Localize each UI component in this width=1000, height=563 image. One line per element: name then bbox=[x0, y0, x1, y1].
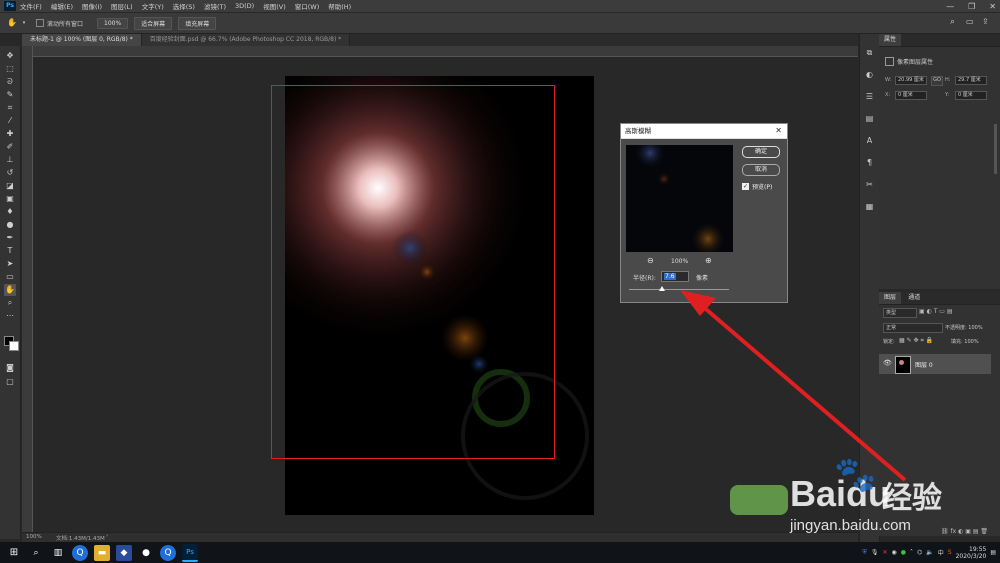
clock[interactable]: 19:55 2020/3/20 bbox=[956, 546, 987, 560]
tray-icon-s[interactable]: S bbox=[948, 549, 952, 556]
tray-icon-app[interactable]: ◉ bbox=[892, 549, 897, 556]
file-explorer-icon[interactable]: ▬ bbox=[94, 544, 110, 561]
qq-icon[interactable]: ● bbox=[138, 545, 154, 561]
clock-time: 19:55 bbox=[969, 545, 987, 553]
browser-icon[interactable]: Q bbox=[72, 544, 88, 561]
volume-icon[interactable]: 🔈 bbox=[926, 549, 933, 556]
notifications-icon[interactable]: ▤ bbox=[990, 549, 996, 556]
photoshop-taskbar-icon[interactable]: Ps bbox=[182, 543, 198, 562]
microphone-icon[interactable]: 🎙 bbox=[871, 549, 879, 556]
system-tray: ⛨ 🎙 ✕ ◉ ● ˄ ⌬ 🔈 中 S 19:55 2020/3/20 ▤ bbox=[862, 542, 996, 563]
clock-date: 2020/3/20 bbox=[955, 552, 987, 560]
watermark-brand-suffix: 经验 bbox=[882, 481, 942, 516]
tray-icon-red[interactable]: ✕ bbox=[882, 549, 887, 556]
jingyan-badge-icon bbox=[730, 485, 788, 515]
tray-icon-green[interactable]: ● bbox=[901, 549, 906, 556]
network-icon[interactable]: ⌬ bbox=[917, 549, 922, 556]
search-icon[interactable]: ⌕ bbox=[28, 545, 44, 561]
windows-start-icon[interactable]: ⊞ bbox=[6, 545, 22, 561]
arrow-shaft bbox=[698, 302, 907, 482]
baidu-jingyan-watermark: Baidu 🐾 经验 jingyan.baidu.com bbox=[730, 455, 970, 540]
ime-icon[interactable]: 中 bbox=[938, 548, 944, 557]
browser-icon-2[interactable]: Q bbox=[160, 544, 176, 561]
app-icon[interactable]: ◆ bbox=[116, 544, 132, 561]
paw-icon: 🐾 bbox=[834, 455, 877, 495]
watermark-url: jingyan.baidu.com bbox=[790, 517, 911, 534]
chevron-up-icon[interactable]: ˄ bbox=[910, 549, 913, 556]
task-view-icon[interactable]: ▥ bbox=[50, 545, 66, 561]
windows-taskbar: ⊞ ⌕ ▥ Q ▬ ◆ ● Q Ps bbox=[0, 542, 1000, 563]
shield-icon[interactable]: ⛨ bbox=[862, 549, 867, 557]
